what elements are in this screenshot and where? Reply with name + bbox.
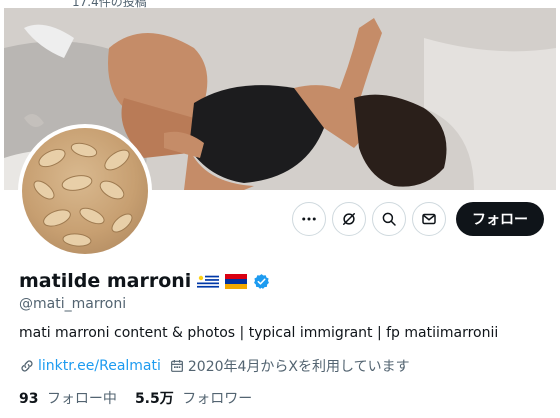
search-button[interactable]	[372, 202, 406, 236]
more-button[interactable]	[292, 202, 326, 236]
handle: @mati_marroni	[19, 296, 127, 312]
followers-label: フォロワー	[182, 391, 253, 407]
profile-link[interactable]: linktr.ee/Realmati	[19, 358, 161, 374]
top-strip: 17.4件の投稿	[0, 0, 560, 9]
more-icon	[302, 217, 316, 221]
display-name: matilde marroni	[19, 270, 192, 292]
join-date-text: 2020年4月からXを利用しています	[187, 359, 410, 375]
message-icon	[422, 213, 436, 225]
message-button[interactable]	[412, 202, 446, 236]
grok-button[interactable]	[332, 202, 366, 236]
calendar-icon	[170, 360, 183, 372]
profile-meta: linktr.ee/Realmati 2020年4月からXを利用しています	[19, 356, 418, 376]
profile-actions: フォロー	[292, 202, 544, 236]
following-label: フォロー中	[46, 391, 117, 407]
following-count: 93	[19, 391, 39, 407]
display-name-row: matilde marroni	[19, 270, 270, 292]
bio: mati marroni content & photos | typical …	[19, 325, 499, 341]
flag-armenia	[225, 273, 248, 289]
link-icon	[21, 360, 33, 372]
join-date: 2020年4月からXを利用しています	[169, 356, 410, 376]
follow-button[interactable]: フォロー	[456, 202, 544, 236]
flag-uruguay	[197, 273, 220, 289]
avatar-image	[22, 128, 148, 254]
following-stat[interactable]: 93 フォロー中	[19, 388, 117, 408]
profile-link-text[interactable]: linktr.ee/Realmati	[38, 358, 161, 374]
followers-count: 5.5万	[134, 391, 174, 407]
followers-stat[interactable]: 5.5万 フォロワー	[135, 388, 252, 408]
verified-badge-icon[interactable]	[253, 273, 270, 290]
follow-stats: 93 フォロー中 5.5万 フォロワー	[19, 388, 270, 408]
search-icon	[382, 212, 396, 226]
grok-icon	[343, 213, 355, 225]
profile-avatar[interactable]	[18, 124, 152, 258]
